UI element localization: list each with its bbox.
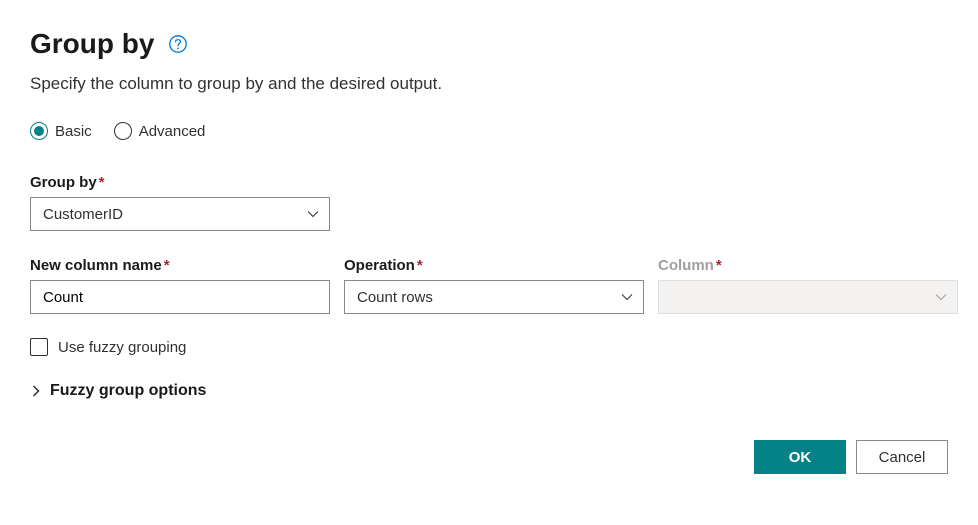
column-label: Column*: [658, 257, 958, 274]
radio-advanced[interactable]: Advanced: [114, 122, 206, 140]
radio-advanced-label: Advanced: [139, 123, 206, 140]
cancel-button[interactable]: Cancel: [856, 440, 948, 474]
fuzzy-checkbox[interactable]: Use fuzzy grouping: [30, 338, 948, 356]
mode-radio-group: Basic Advanced: [30, 122, 948, 140]
dialog-subtitle: Specify the column to group by and the d…: [30, 74, 948, 94]
checkbox-box: [30, 338, 48, 356]
newcolumn-label: New column name*: [30, 257, 330, 274]
radio-basic-label: Basic: [55, 123, 92, 140]
radio-basic[interactable]: Basic: [30, 122, 92, 140]
groupby-value: CustomerID: [43, 206, 123, 223]
ok-button[interactable]: OK: [754, 440, 846, 474]
radio-indicator: [30, 122, 48, 140]
chevron-down-icon: [621, 291, 633, 303]
operation-select[interactable]: Count rows: [344, 280, 644, 314]
chevron-right-icon: [30, 385, 42, 397]
column-select: [658, 280, 958, 314]
fuzzy-expander-label: Fuzzy group options: [50, 382, 206, 400]
groupby-label: Group by*: [30, 174, 948, 191]
chevron-down-icon: [307, 208, 319, 220]
fuzzy-checkbox-label: Use fuzzy grouping: [58, 339, 186, 356]
chevron-down-icon: [935, 291, 947, 303]
fuzzy-options-expander[interactable]: Fuzzy group options: [30, 382, 948, 400]
help-icon[interactable]: [168, 34, 188, 54]
groupby-select[interactable]: CustomerID: [30, 197, 330, 231]
newcolumn-input[interactable]: [30, 280, 330, 314]
operation-value: Count rows: [357, 289, 433, 306]
operation-label: Operation*: [344, 257, 644, 274]
radio-indicator: [114, 122, 132, 140]
dialog-title: Group by: [30, 28, 154, 60]
